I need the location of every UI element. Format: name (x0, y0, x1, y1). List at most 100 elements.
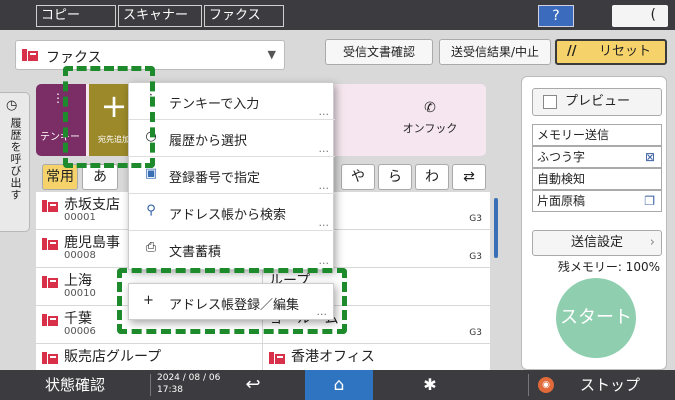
list-item-line-type: G3 (469, 214, 482, 224)
chevron-right-icon: › (649, 235, 655, 250)
list-item-number: 00010 (64, 288, 96, 299)
menu-item-label: 登録番号で指定 (169, 171, 261, 186)
swap-icon: ⇄ (463, 169, 475, 185)
onhook-button[interactable]: ✆ オンフック (395, 100, 465, 136)
menu-item-label: 文書蓄積 (169, 245, 222, 260)
home-icon: ⌂ (333, 375, 345, 395)
list-item-number: 00001 (64, 212, 96, 223)
menu-item-history[interactable]: ◷ 履歴から選択 ... (129, 120, 335, 157)
settings-button[interactable]: ✱ (410, 370, 450, 400)
list-item[interactable]: 香港オフィス (263, 344, 490, 370)
resolution-icon: ⊠ (644, 150, 655, 164)
tab-fax[interactable]: ファクス (204, 5, 284, 27)
highlight-address-book-edit (117, 268, 347, 334)
search-icon: ⚲ (146, 203, 156, 218)
reset-button[interactable]: // リセット (555, 39, 667, 65)
more-icon: ... (318, 216, 330, 229)
phone-icon: ✆ (424, 100, 436, 116)
time-text: 17:38 (157, 385, 183, 395)
list-item-number: 00008 (64, 250, 96, 261)
list-scrollbar[interactable] (494, 198, 498, 258)
divider (528, 374, 529, 396)
clock-icon: ◷ (6, 98, 18, 113)
list-item-line-type: G3 (469, 328, 482, 338)
preview-label: プレビュー (565, 94, 631, 109)
list-item[interactable]: 販売店グループ (36, 344, 262, 370)
help-button[interactable]: ? (538, 5, 574, 27)
setting-label: 片面原稿 (537, 194, 586, 208)
memory-remaining: 残メモリー: 100% (557, 260, 660, 274)
setting-label: メモリー送信 (537, 128, 610, 142)
bottom-bar: 状態確認 2024 / 08 / 06 17:38 ↩ ⌂ ✱ ◉ ストップ (0, 370, 675, 400)
datetime: 2024 / 08 / 06 17:38 (157, 372, 220, 396)
chevron-down-icon: ▼ (267, 48, 276, 61)
more-icon: ... (318, 179, 330, 192)
setting-simplex[interactable]: 片面原稿 ❐ (532, 190, 662, 212)
stop-icon: ◉ (538, 377, 554, 393)
tab-scanner[interactable]: スキャナー (118, 5, 202, 27)
fax-icon (269, 352, 285, 364)
list-item-number: 00006 (64, 326, 96, 337)
menu-item-label: 履歴から選択 (169, 134, 248, 149)
history-tab-label: 履歴を呼び出す (9, 117, 22, 201)
list-item-name: 赤坂支店 (64, 197, 120, 213)
setting-auto-detect[interactable]: 自動検知 (532, 168, 662, 190)
index-tab-ya[interactable]: や (341, 164, 375, 190)
list-item-name: 香港オフィス (291, 349, 375, 365)
tab-copy[interactable]: コピー (36, 5, 116, 27)
index-tab-swap[interactable]: ⇄ (452, 164, 486, 190)
index-tab-wa[interactable]: わ (415, 164, 449, 190)
received-docs-button[interactable]: 受信文書確認 (325, 39, 433, 65)
highlight-add-destination (63, 66, 155, 168)
more-icon: ... (318, 254, 330, 267)
menu-item-address-search[interactable]: ⚲ アドレス帳から検索 ... (129, 194, 335, 231)
list-item-line-type: G3 (469, 252, 482, 262)
fax-icon (42, 352, 58, 364)
fax-icon (42, 314, 58, 326)
history-tab[interactable]: ◷ 履歴を呼び出す (0, 92, 30, 232)
status-button[interactable]: 状態確認 (0, 370, 150, 400)
back-button[interactable]: ↩ (238, 370, 268, 400)
menu-item-stored-docs[interactable]: ⎙ 文書蓄積 ... (129, 231, 335, 268)
setting-resolution[interactable]: ふつう字 ⊠ (532, 146, 662, 168)
onhook-label: オンフック (402, 122, 458, 135)
menu-item-label: テンキーで入力 (169, 97, 260, 112)
setting-label: 自動検知 (537, 172, 586, 186)
reset-label: リセット (599, 44, 652, 59)
function-select-label: ファクス (46, 50, 102, 66)
setting-label: ふつう字 (537, 150, 586, 164)
stop-label: ストップ (580, 376, 641, 394)
stop-button[interactable]: ◉ ストップ (530, 370, 675, 400)
more-icon: ... (318, 105, 330, 118)
index-tab-ra[interactable]: ら (378, 164, 412, 190)
list-item-name: 鹿児島事 (64, 235, 120, 251)
fax-icon (42, 238, 58, 250)
date-text: 2024 / 08 / 06 (157, 373, 221, 383)
fax-icon (42, 276, 58, 288)
more-icon: ... (318, 142, 330, 155)
list-item-name: 販売店グループ (64, 349, 162, 365)
home-button[interactable]: ⌂ (305, 370, 373, 400)
menu-item-label: アドレス帳から検索 (169, 208, 287, 223)
send-settings-button[interactable]: 送信設定 › (532, 230, 662, 256)
energy-saver-button[interactable]: ( (612, 5, 668, 27)
register-number-icon: ▣ (144, 166, 158, 181)
menu-item-keypad-input[interactable]: ⋮ テンキーで入力 ... (129, 83, 335, 120)
reset-icon: // (567, 44, 577, 59)
preview-checkbox (543, 95, 557, 109)
list-item-name: 上海 (64, 273, 92, 289)
preview-toggle[interactable]: プレビュー (532, 88, 662, 116)
send-result-button[interactable]: 送受信結果/中止 (439, 39, 551, 65)
menu-item-register-number[interactable]: ▣ 登録番号で指定 ... (129, 157, 335, 194)
fax-icon (42, 200, 58, 212)
divider (150, 374, 151, 396)
start-button[interactable]: スタート (556, 278, 636, 358)
list-item-name: 千葉 (64, 311, 92, 327)
send-settings-label: 送信設定 (570, 235, 623, 250)
top-bar: コピー スキャナー ファクス ? ( (0, 0, 675, 30)
simplex-icon: ❐ (644, 194, 655, 208)
setting-memory-send[interactable]: メモリー送信 (532, 124, 662, 146)
add-destination-menu: ⋮ テンキーで入力 ... ◷ 履歴から選択 ... ▣ 登録番号で指定 ...… (128, 82, 335, 270)
stored-doc-icon: ⎙ (145, 240, 157, 255)
back-arrow-icon: ↩ (245, 374, 261, 395)
